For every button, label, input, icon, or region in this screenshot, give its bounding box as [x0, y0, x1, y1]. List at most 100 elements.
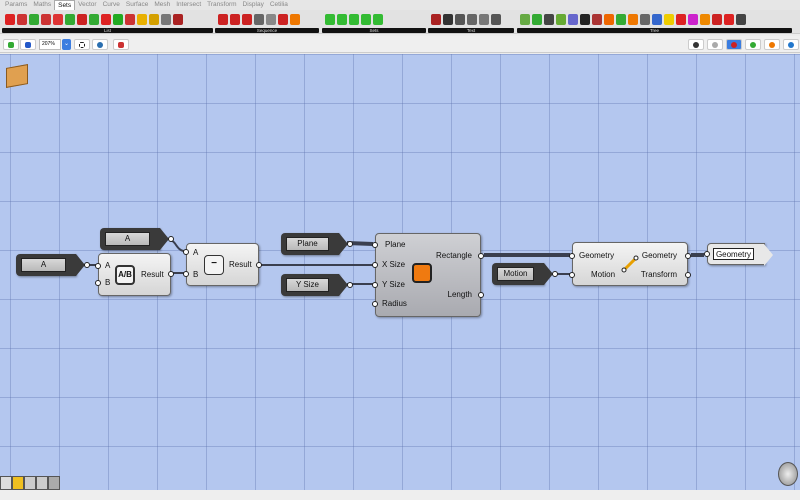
- component-icon[interactable]: [431, 13, 441, 25]
- component-icon[interactable]: [5, 13, 15, 25]
- component-icon[interactable]: [77, 13, 87, 25]
- component-icon[interactable]: [652, 13, 662, 25]
- input-port[interactable]: [372, 301, 378, 307]
- open-file-button[interactable]: [3, 39, 19, 50]
- component-icon[interactable]: [676, 13, 686, 25]
- pin-icon[interactable]: [24, 476, 36, 490]
- component-icon[interactable]: [29, 13, 39, 25]
- component-icon[interactable]: [89, 13, 99, 25]
- component-icon[interactable]: [443, 13, 453, 25]
- note-icon[interactable]: [12, 476, 24, 490]
- settings-icon[interactable]: [48, 476, 60, 490]
- component-icon[interactable]: [254, 13, 264, 25]
- component-icon[interactable]: [640, 13, 650, 25]
- component-icon[interactable]: [230, 13, 240, 25]
- move-component[interactable]: Geometry Motion Geometry Transform: [569, 242, 691, 286]
- subtraction-component[interactable]: A B − Result: [183, 243, 262, 286]
- ribbon-group-label[interactable]: Sequence: [215, 28, 319, 33]
- zoom-extents-button[interactable]: [74, 39, 90, 50]
- param-a[interactable]: A: [100, 228, 174, 250]
- component-icon[interactable]: [325, 13, 335, 25]
- param-plane[interactable]: Plane: [281, 233, 353, 255]
- component-icon[interactable]: [724, 13, 734, 25]
- tab-maths[interactable]: Maths: [30, 0, 54, 10]
- sketch-button[interactable]: [113, 39, 129, 50]
- component-icon[interactable]: [337, 13, 347, 25]
- component-icon[interactable]: [65, 13, 75, 25]
- zoom-dropdown-button[interactable]: ⌄: [62, 39, 71, 50]
- output-port[interactable]: [478, 292, 484, 298]
- input-port[interactable]: [372, 242, 378, 248]
- component-icon[interactable]: [491, 13, 501, 25]
- input-port[interactable]: [372, 282, 378, 288]
- ribbon-group-label[interactable]: Text: [428, 28, 514, 33]
- tab-sets[interactable]: Sets: [54, 0, 76, 10]
- ribbon-group-label[interactable]: Tree: [517, 28, 792, 33]
- tab-curve[interactable]: Curve: [100, 0, 123, 10]
- tab-vector[interactable]: Vector: [75, 0, 99, 10]
- component-icon[interactable]: [532, 13, 542, 25]
- component-icon[interactable]: [736, 13, 746, 25]
- component-icon[interactable]: [41, 13, 51, 25]
- param-motion[interactable]: Motion: [492, 263, 558, 285]
- component-icon[interactable]: [467, 13, 477, 25]
- component-icon[interactable]: [101, 13, 111, 25]
- canvas[interactable]: A A A B A/B Result A B − Result Plane Y …: [0, 54, 800, 490]
- tab-surface[interactable]: Surface: [123, 0, 151, 10]
- component-icon[interactable]: [616, 13, 626, 25]
- preview-wire-button[interactable]: [707, 39, 723, 50]
- component-icon[interactable]: [455, 13, 465, 25]
- tab-mesh[interactable]: Mesh: [151, 0, 173, 10]
- input-port[interactable]: [183, 249, 189, 255]
- tab-params[interactable]: Params: [2, 0, 30, 10]
- input-port[interactable]: [183, 271, 189, 277]
- component-icon[interactable]: [266, 13, 276, 25]
- preview-off-button[interactable]: [688, 39, 704, 50]
- preview-selected-button[interactable]: [745, 39, 761, 50]
- component-icon[interactable]: [556, 13, 566, 25]
- tab-cetilia[interactable]: Cetilia: [267, 0, 291, 10]
- component-icon[interactable]: [373, 13, 383, 25]
- component-icon[interactable]: [149, 13, 159, 25]
- component-icon[interactable]: [604, 13, 614, 25]
- output-port[interactable]: [685, 272, 691, 278]
- ribbon-group-label[interactable]: List: [2, 28, 213, 33]
- input-port[interactable]: [95, 280, 101, 286]
- component-icon[interactable]: [278, 13, 288, 25]
- tab-display[interactable]: Display: [240, 0, 267, 10]
- output-port[interactable]: [256, 262, 262, 268]
- component-icon[interactable]: [664, 13, 674, 25]
- component-icon[interactable]: [544, 13, 554, 25]
- input-port[interactable]: [95, 263, 101, 269]
- tab-intersect[interactable]: Intersect: [173, 0, 204, 10]
- preview-button[interactable]: [92, 39, 108, 50]
- input-port[interactable]: [372, 262, 378, 268]
- component-icon[interactable]: [580, 13, 590, 25]
- sketch-icon[interactable]: [0, 476, 12, 490]
- component-icon[interactable]: [137, 13, 147, 25]
- zoom-field[interactable]: 207%: [39, 39, 61, 50]
- output-port[interactable]: [168, 271, 174, 277]
- navigation-compass-icon[interactable]: [778, 462, 798, 486]
- input-port[interactable]: [569, 253, 575, 259]
- component-icon[interactable]: [218, 13, 228, 25]
- param-y-size[interactable]: Y Size: [281, 274, 353, 296]
- component-icon[interactable]: [161, 13, 171, 25]
- save-button[interactable]: [20, 39, 36, 50]
- param-geometry[interactable]: Geometry: [704, 243, 773, 266]
- component-icon[interactable]: [688, 13, 698, 25]
- ribbon-group-label[interactable]: Sets: [322, 28, 426, 33]
- preview-other-button[interactable]: [783, 39, 799, 50]
- component-icon[interactable]: [700, 13, 710, 25]
- component-icon[interactable]: [361, 13, 371, 25]
- tab-transform[interactable]: Transform: [204, 0, 239, 10]
- component-icon[interactable]: [592, 13, 602, 25]
- component-icon[interactable]: [290, 13, 300, 25]
- component-icon[interactable]: [568, 13, 578, 25]
- rectangle-component[interactable]: Plane X Size Y Size Radius Rectangle Len…: [372, 233, 484, 317]
- preview-mesh-button[interactable]: [764, 39, 780, 50]
- param-a[interactable]: A: [16, 254, 90, 276]
- component-icon[interactable]: [173, 13, 183, 25]
- component-icon[interactable]: [349, 13, 359, 25]
- clip-icon[interactable]: [36, 476, 48, 490]
